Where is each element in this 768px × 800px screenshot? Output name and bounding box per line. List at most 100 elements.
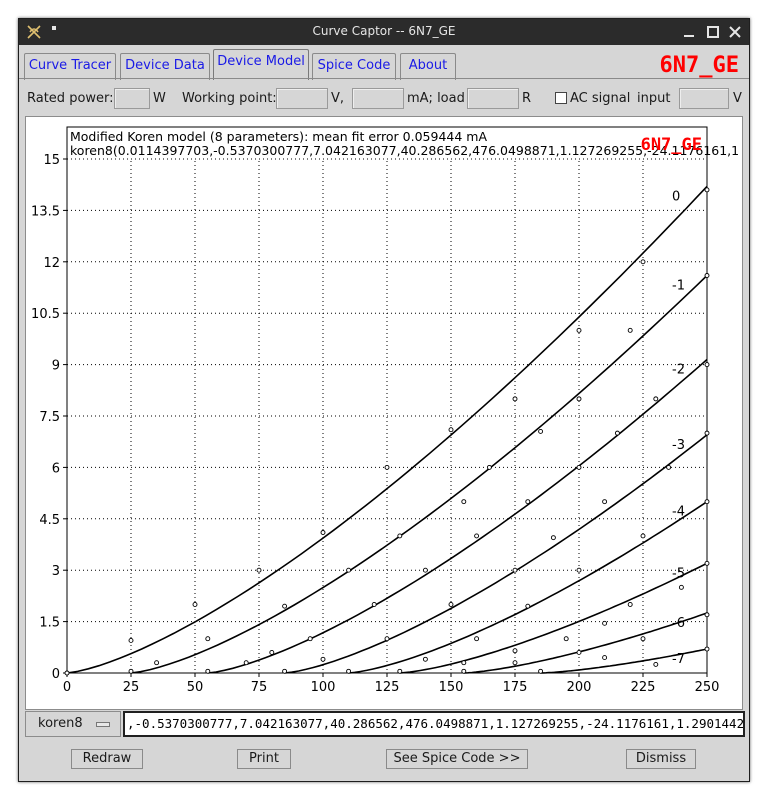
button-row: Redraw Print See Spice Code >> Dismiss bbox=[19, 741, 749, 781]
y-tick-label: 10.5 bbox=[31, 307, 60, 322]
measured-point bbox=[371, 602, 377, 607]
curve-label--6: -6 bbox=[672, 616, 685, 631]
measured-point bbox=[461, 499, 467, 505]
measured-point bbox=[704, 362, 710, 368]
measured-point bbox=[576, 464, 582, 470]
measured-point bbox=[550, 535, 556, 541]
model-select[interactable]: koren8 bbox=[25, 711, 121, 737]
measured-point bbox=[282, 668, 288, 674]
tab-device-data[interactable]: Device Data bbox=[120, 53, 210, 80]
measured-point bbox=[538, 668, 544, 674]
x-tick-label: 175 bbox=[503, 680, 528, 695]
measured-point bbox=[448, 602, 454, 607]
x-tick-label: 50 bbox=[187, 680, 204, 695]
measured-point bbox=[640, 259, 646, 265]
measured-point bbox=[640, 533, 646, 539]
curve-label--1: -1 bbox=[672, 279, 685, 294]
measured-point bbox=[474, 636, 480, 642]
measured-point bbox=[205, 636, 211, 642]
measured-point bbox=[704, 612, 710, 618]
working-point-ma-field[interactable] bbox=[352, 88, 404, 109]
measured-point bbox=[397, 668, 403, 674]
x-tick-label: 150 bbox=[439, 680, 464, 695]
characteristic-chart: 0 25 50 75 100 125 150 175 200 225 25001.534.567.5… bbox=[31, 126, 739, 695]
input-label: input bbox=[637, 91, 671, 106]
measured-point bbox=[704, 646, 710, 652]
model-row: koren8 ,-0.5370300777,7.042163077,40.286… bbox=[25, 711, 745, 739]
dropdown-indicator-icon bbox=[96, 722, 110, 727]
ma-load-label: mA; load bbox=[407, 91, 465, 106]
redraw-button[interactable]: Redraw bbox=[71, 749, 143, 769]
model-code-input[interactable]: ,-0.5370300777,7.042163077,40.286562,476… bbox=[123, 711, 745, 737]
x-tick-label: 0 bbox=[63, 680, 71, 695]
measured-point bbox=[538, 428, 544, 434]
measured-point bbox=[704, 560, 710, 566]
curve-grid--5 bbox=[399, 562, 708, 674]
measured-point bbox=[128, 668, 134, 674]
measured-point bbox=[346, 567, 352, 573]
measured-point bbox=[640, 636, 646, 642]
x-tick-label: 100 bbox=[311, 680, 336, 695]
measured-point bbox=[525, 499, 531, 505]
curve-label--5: -5 bbox=[672, 566, 685, 581]
measured-point bbox=[320, 656, 326, 662]
tab-curve-tracer[interactable]: Curve Tracer bbox=[24, 53, 116, 80]
plot-area-frame bbox=[66, 126, 708, 674]
y-tick-label: 3 bbox=[52, 564, 60, 579]
tab-about[interactable]: About bbox=[400, 53, 456, 80]
ohm-unit: R bbox=[522, 91, 532, 106]
plot-panel: 0 25 50 75 100 125 150 175 200 225 250 0 1.5 3 4.5 6 7.5… bbox=[25, 116, 743, 710]
measured-point bbox=[653, 396, 659, 402]
ac-signal-checkbox[interactable] bbox=[555, 92, 567, 104]
measured-point bbox=[307, 636, 313, 642]
x-tick-label: 25 bbox=[123, 680, 140, 695]
y-tick-label: 4.5 bbox=[39, 513, 60, 528]
curve-label-0: 0 bbox=[672, 189, 680, 204]
measured-point bbox=[576, 567, 582, 573]
measured-point bbox=[397, 533, 403, 539]
x-tick-label: 200 bbox=[567, 680, 592, 695]
minimize-icon[interactable] bbox=[681, 24, 697, 40]
curve-grid--4 bbox=[348, 501, 708, 674]
maximize-icon[interactable] bbox=[705, 24, 721, 40]
measured-point bbox=[461, 660, 467, 666]
measured-point bbox=[269, 649, 275, 655]
load-field[interactable] bbox=[467, 88, 519, 109]
tab-divider bbox=[19, 78, 749, 79]
measured-point bbox=[384, 464, 390, 470]
input-voltage-field[interactable] bbox=[679, 88, 729, 109]
print-button[interactable]: Print bbox=[237, 749, 291, 769]
measured-point bbox=[243, 660, 249, 666]
curve-label--2: -2 bbox=[672, 362, 685, 377]
measured-point bbox=[154, 660, 160, 666]
tab-spice-code[interactable]: Spice Code bbox=[312, 53, 396, 80]
see-spice-code-button[interactable]: See Spice Code >> bbox=[386, 749, 528, 769]
tab-device-model[interactable]: Device Model bbox=[213, 49, 309, 80]
measured-point bbox=[704, 499, 710, 505]
measured-point bbox=[576, 396, 582, 402]
y-tick-label: 9 bbox=[52, 359, 60, 374]
measured-point bbox=[602, 499, 608, 505]
measured-point bbox=[422, 656, 428, 662]
y-tick-label: 12 bbox=[43, 256, 60, 271]
measured-point bbox=[512, 660, 518, 666]
dismiss-button[interactable]: Dismiss bbox=[626, 749, 696, 769]
measured-point bbox=[704, 187, 710, 193]
measured-point bbox=[602, 620, 608, 626]
model-parameters-text: koren8(0.0114397703,-0.5370300777,7.0421… bbox=[70, 143, 739, 158]
y-tick-label: 13.5 bbox=[31, 204, 60, 219]
ac-signal-label: AC signal bbox=[570, 91, 631, 106]
measured-point bbox=[512, 567, 518, 573]
input-unit: V bbox=[733, 91, 742, 106]
measured-point bbox=[525, 603, 531, 609]
close-icon[interactable] bbox=[727, 24, 743, 40]
measured-point bbox=[627, 602, 633, 607]
curve-grid--2 bbox=[207, 358, 708, 674]
measured-point bbox=[614, 430, 620, 436]
title-bar: Curve Captor -- 6N7_GE bbox=[19, 19, 749, 45]
y-tick-label: 6 bbox=[52, 461, 60, 476]
y-tick-label: 1.5 bbox=[39, 616, 60, 631]
working-point-volts-field[interactable] bbox=[276, 88, 328, 109]
x-tick-label: 75 bbox=[251, 680, 268, 695]
rated-power-field[interactable] bbox=[114, 88, 150, 109]
